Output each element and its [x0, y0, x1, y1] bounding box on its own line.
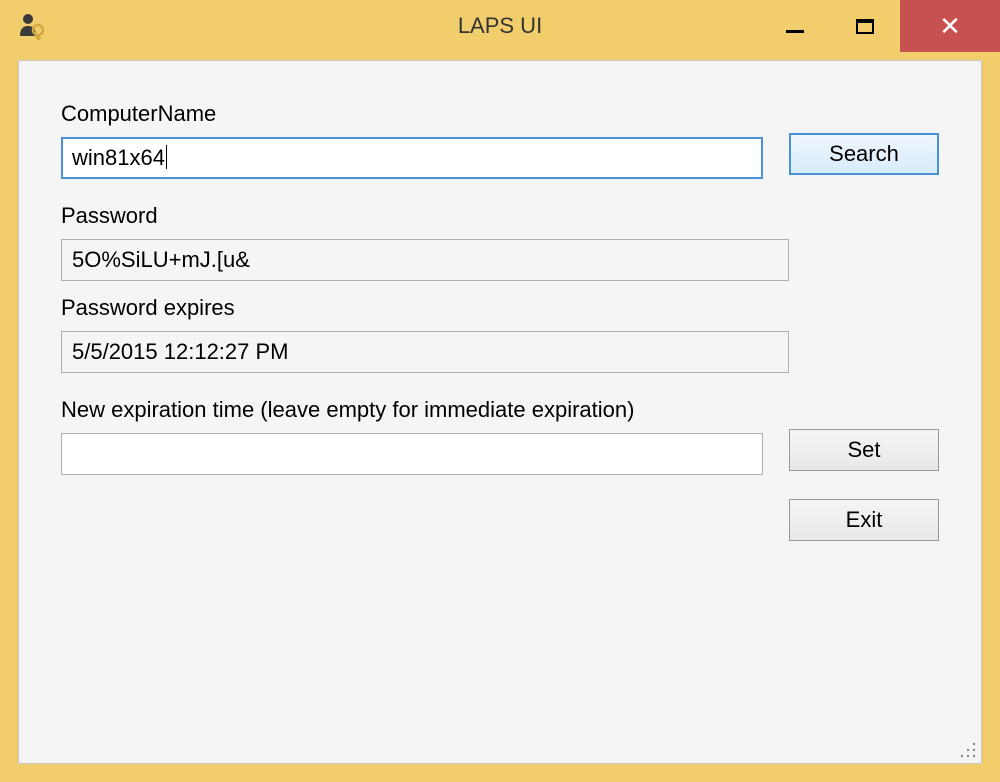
titlebar[interactable]: LAPS UI ✕ — [0, 0, 1000, 52]
client-area: ComputerName win81x64 Search Password 5O… — [18, 60, 982, 764]
password-field: 5O%SiLU+mJ.[u& — [61, 239, 789, 281]
app-icon — [18, 12, 46, 40]
expires-value: 5/5/2015 12:12:27 PM — [72, 339, 289, 365]
new-expiration-group: New expiration time (leave empty for imm… — [61, 397, 763, 475]
computer-name-group: ComputerName win81x64 — [61, 101, 763, 179]
minimize-button[interactable] — [760, 0, 830, 52]
expires-group: Password expires 5/5/2015 12:12:27 PM — [61, 295, 789, 373]
exit-button[interactable]: Exit — [789, 499, 939, 541]
maximize-button[interactable] — [830, 0, 900, 52]
password-value: 5O%SiLU+mJ.[u& — [72, 247, 250, 273]
search-group: Search — [789, 101, 939, 175]
app-window: LAPS UI ✕ ComputerName win81x64 Search — [0, 0, 1000, 782]
new-expiration-input[interactable] — [61, 433, 763, 475]
set-group: Set — [789, 397, 939, 471]
maximize-icon — [856, 19, 874, 34]
password-label: Password — [61, 203, 789, 229]
close-icon: ✕ — [939, 13, 961, 39]
text-caret — [166, 145, 167, 169]
computer-name-value: win81x64 — [72, 145, 165, 171]
exit-row: Exit — [61, 499, 939, 541]
window-title: LAPS UI — [458, 13, 542, 39]
resize-grip[interactable] — [959, 741, 977, 759]
new-expiration-row: New expiration time (leave empty for imm… — [61, 397, 939, 475]
password-group: Password 5O%SiLU+mJ.[u& — [61, 203, 789, 281]
search-button[interactable]: Search — [789, 133, 939, 175]
minimize-icon — [786, 30, 804, 33]
computer-name-input[interactable]: win81x64 — [61, 137, 763, 179]
computer-name-label: ComputerName — [61, 101, 763, 127]
window-controls: ✕ — [760, 0, 1000, 52]
close-button[interactable]: ✕ — [900, 0, 1000, 52]
expires-field: 5/5/2015 12:12:27 PM — [61, 331, 789, 373]
new-expiration-label: New expiration time (leave empty for imm… — [61, 397, 763, 423]
computer-name-row: ComputerName win81x64 Search — [61, 101, 939, 179]
set-button[interactable]: Set — [789, 429, 939, 471]
expires-label: Password expires — [61, 295, 789, 321]
